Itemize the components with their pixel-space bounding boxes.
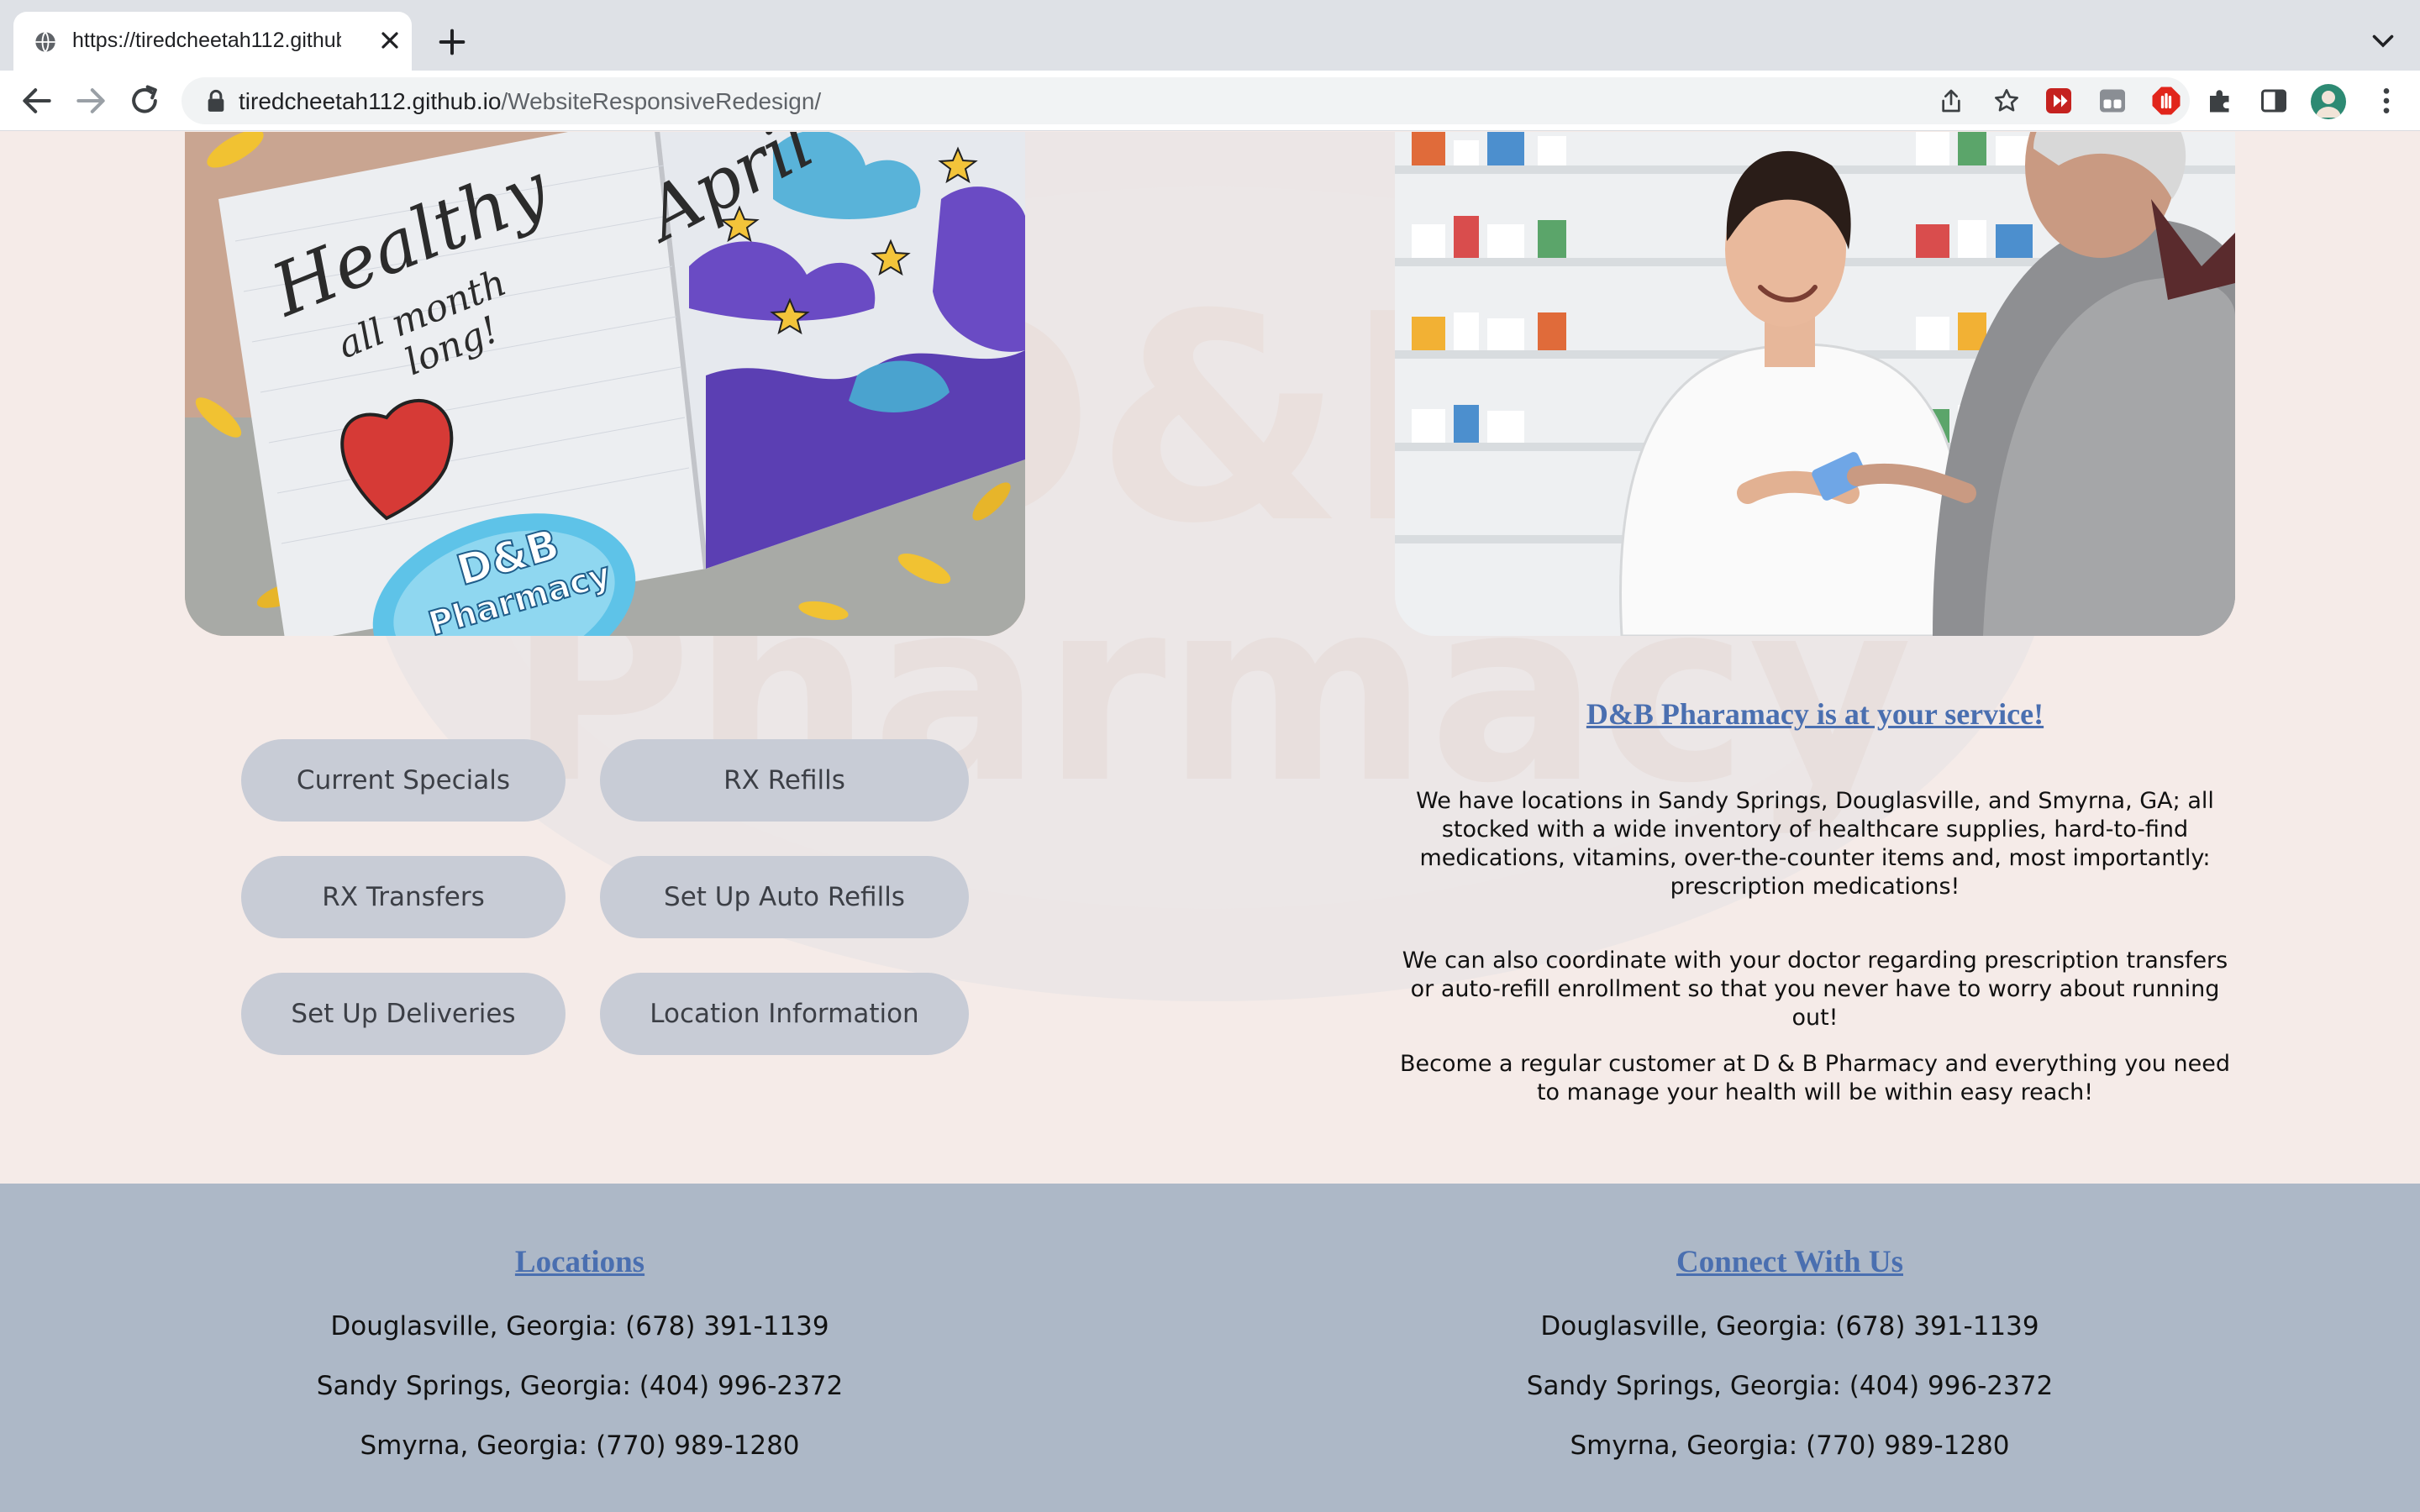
adblock-extension-icon[interactable] bbox=[2151, 86, 2181, 116]
back-arrow-icon[interactable] bbox=[18, 82, 55, 119]
location-smyrna: Smyrna, Georgia: (770) 989-1280 bbox=[360, 1431, 800, 1461]
deliveries-button[interactable]: Set Up Deliveries bbox=[241, 973, 566, 1055]
globe-icon bbox=[35, 31, 55, 53]
url-text[interactable]: tiredcheetah112.github.io/WebsiteRespons… bbox=[239, 88, 821, 115]
media-extension-icon[interactable] bbox=[2044, 86, 2074, 116]
page-content: D&B Pharmacy Healthy all month long! Apr… bbox=[0, 132, 2420, 1512]
side-panel-icon[interactable] bbox=[2259, 86, 2289, 116]
service-heading[interactable]: D&B Pharamacy is at your service! bbox=[1395, 696, 2235, 732]
tab-manager-extension-icon[interactable] bbox=[2097, 86, 2128, 116]
rx-refills-button[interactable]: RX Refills bbox=[600, 739, 969, 822]
connect-heading[interactable]: Connect With Us bbox=[1328, 1244, 2252, 1280]
kebab-menu-icon[interactable] bbox=[2370, 84, 2403, 118]
locations-heading[interactable]: Locations bbox=[118, 1244, 1042, 1280]
service-paragraph-locations: We have locations in Sandy Springs, Doug… bbox=[1416, 788, 2214, 900]
location-sandy-springs: Sandy Springs, Georgia: (404) 996-2372 bbox=[316, 1371, 844, 1401]
close-icon[interactable] bbox=[376, 27, 403, 54]
forward-arrow-icon[interactable] bbox=[72, 82, 109, 119]
pharmacist-image bbox=[1395, 132, 2235, 636]
connect-sandy-springs: Sandy Springs, Georgia: (404) 996-2372 bbox=[1526, 1371, 2054, 1401]
current-specials-button[interactable]: Current Specials bbox=[241, 739, 566, 822]
url-host: tiredcheetah112.github.io bbox=[239, 88, 502, 114]
browser-toolbar: tiredcheetah112.github.io/WebsiteRespons… bbox=[0, 71, 2420, 131]
footer: Locations Douglasville, Georgia: (678) 3… bbox=[0, 1184, 2420, 1512]
service-paragraph-coordination: We can also coordinate with your doctor … bbox=[1402, 948, 2228, 1031]
location-info-button[interactable]: Location Information bbox=[600, 973, 969, 1055]
connect-douglasville: Douglasville, Georgia: (678) 391-1139 bbox=[1540, 1311, 2039, 1341]
lock-icon[interactable] bbox=[205, 89, 227, 113]
tab-title: https://tiredcheetah112.github.io bbox=[72, 29, 341, 52]
address-bar[interactable]: tiredcheetah112.github.io/WebsiteRespons… bbox=[182, 77, 2190, 124]
service-paragraph-customer: Become a regular customer at D & B Pharm… bbox=[1400, 1051, 2230, 1105]
share-icon[interactable] bbox=[1938, 87, 1965, 114]
star-icon[interactable] bbox=[1993, 87, 2020, 114]
auto-refills-button[interactable]: Set Up Auto Refills bbox=[600, 856, 969, 938]
profile-avatar[interactable] bbox=[2311, 84, 2346, 119]
tab-strip: https://tiredcheetah112.github.io bbox=[0, 0, 2420, 71]
chevron-down-icon[interactable] bbox=[2368, 25, 2398, 55]
location-douglasville: Douglasville, Georgia: (678) 391-1139 bbox=[330, 1311, 829, 1341]
reload-icon[interactable] bbox=[126, 82, 163, 119]
person-icon bbox=[2316, 91, 2341, 118]
rx-transfers-button[interactable]: RX Transfers bbox=[241, 856, 566, 938]
connect-smyrna: Smyrna, Georgia: (770) 989-1280 bbox=[1570, 1431, 2010, 1461]
healthy-april-image: Healthy all month long! April D&B Pharma… bbox=[185, 132, 1025, 636]
plus-icon[interactable] bbox=[435, 25, 469, 59]
browser-tab[interactable]: https://tiredcheetah112.github.io bbox=[13, 12, 412, 71]
puzzle-icon[interactable] bbox=[2205, 86, 2235, 116]
url-path: /WebsiteResponsiveRedesign/ bbox=[501, 88, 822, 114]
